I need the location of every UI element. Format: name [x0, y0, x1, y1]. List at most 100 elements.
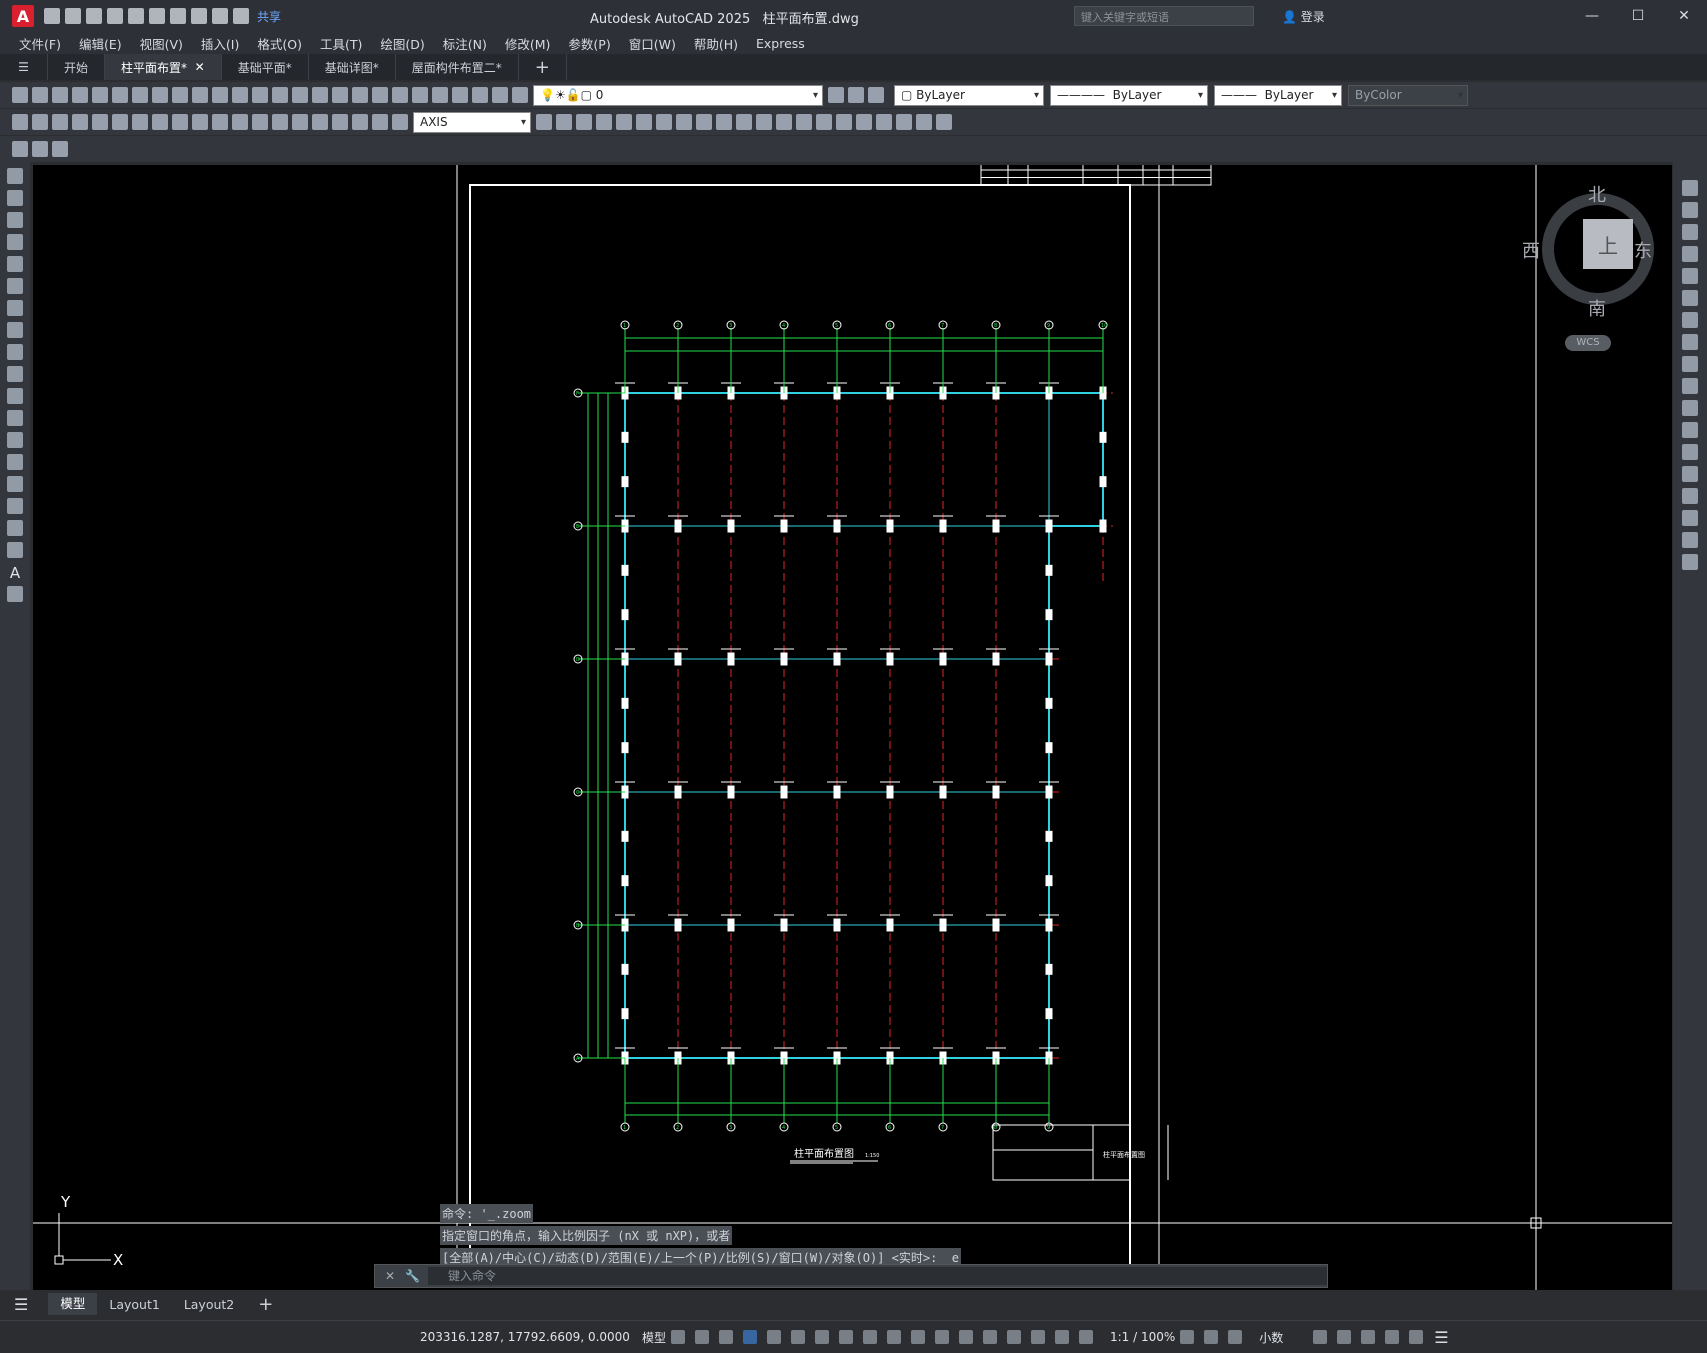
isodraft-icon[interactable]	[814, 1330, 829, 1344]
cut-icon[interactable]	[152, 87, 168, 103]
fillet-icon[interactable]	[1682, 510, 1698, 526]
point-icon[interactable]	[7, 454, 23, 470]
layer-previous-icon[interactable]	[848, 87, 864, 103]
customize-icon[interactable]: 🔧	[405, 1269, 420, 1283]
quick-properties-icon[interactable]	[1313, 1330, 1328, 1344]
linear-dimension-icon[interactable]	[12, 114, 28, 130]
block-editor-icon[interactable]	[232, 87, 248, 103]
properties-icon[interactable]	[372, 87, 388, 103]
polygon-icon[interactable]	[7, 234, 23, 250]
presspull-icon[interactable]	[936, 114, 952, 130]
maximize-button[interactable]: ☐	[1615, 0, 1661, 32]
units-dropdown[interactable]: 小数	[1259, 1329, 1283, 1346]
aligned-dimension-icon[interactable]	[32, 114, 48, 130]
menu-help[interactable]: 帮助(H)	[685, 34, 747, 53]
circle-icon[interactable]	[7, 300, 23, 316]
clean-screen-icon[interactable]	[1409, 1330, 1424, 1344]
open-web-icon[interactable]	[128, 8, 144, 24]
color-edges-icon[interactable]	[896, 114, 912, 130]
copy-object-icon[interactable]	[1682, 202, 1698, 218]
ortho-icon[interactable]	[766, 1330, 781, 1344]
tab-foundation-detail[interactable]: 基础详图*	[309, 54, 396, 80]
offset-icon[interactable]	[1682, 246, 1698, 262]
region-icon[interactable]	[7, 520, 23, 536]
design-center-icon[interactable]	[392, 87, 408, 103]
save-as-icon[interactable]	[107, 8, 123, 24]
coordinate-readout[interactable]: 203316.1287, 17792.6609, 0.0000	[420, 1330, 630, 1344]
menu-insert[interactable]: 插入(I)	[192, 34, 248, 53]
tolerance-icon[interactable]	[272, 114, 288, 130]
linetype-dropdown[interactable]: ———— ByLayer	[1050, 84, 1208, 106]
paste-icon[interactable]	[192, 87, 208, 103]
close-button[interactable]: ✕	[1661, 0, 1707, 32]
offset-faces-icon[interactable]	[656, 114, 672, 130]
menu-modify[interactable]: 修改(M)	[496, 34, 560, 53]
open-icon[interactable]	[65, 8, 81, 24]
publish-icon[interactable]	[112, 87, 128, 103]
diameter-icon[interactable]	[132, 114, 148, 130]
tab-layout2[interactable]: Layout2	[172, 1297, 246, 1312]
compass-west[interactable]: 西	[1522, 237, 1540, 263]
redo-icon[interactable]	[212, 8, 228, 24]
menu-express[interactable]: Express	[747, 36, 814, 51]
inspection-icon[interactable]	[312, 114, 328, 130]
rotate-faces-icon[interactable]	[696, 114, 712, 130]
menu-tools[interactable]: 工具(T)	[311, 34, 371, 53]
extrude-faces-icon[interactable]	[616, 114, 632, 130]
trim-icon[interactable]	[1682, 378, 1698, 394]
hatch-icon[interactable]	[7, 476, 23, 492]
minimize-button[interactable]: —	[1569, 0, 1615, 32]
3d-osnap-icon[interactable]	[958, 1330, 973, 1344]
menu-draw[interactable]: 绘图(D)	[371, 34, 433, 53]
tab-start[interactable]: 开始	[48, 54, 106, 80]
menu-view[interactable]: 视图(V)	[131, 34, 192, 53]
erase-icon[interactable]	[1682, 180, 1698, 196]
object-tracking-icon[interactable]	[838, 1330, 853, 1344]
radius-icon[interactable]	[92, 114, 108, 130]
clean-icon[interactable]	[796, 114, 812, 130]
tab-roof-layout[interactable]: 屋面构件布置二*	[396, 54, 519, 80]
snap-icon[interactable]	[694, 1330, 709, 1344]
baseline-icon[interactable]	[192, 114, 208, 130]
check-icon[interactable]	[856, 114, 872, 130]
compass-east[interactable]: 东	[1634, 237, 1652, 263]
plot-icon[interactable]	[170, 8, 186, 24]
plot-icon[interactable]	[72, 87, 88, 103]
arc-icon[interactable]	[7, 278, 23, 294]
layer-properties-icon[interactable]	[512, 87, 528, 103]
revision-cloud-icon[interactable]	[7, 322, 23, 338]
viewcube[interactable]: 上 北 南 东 西	[1522, 185, 1654, 325]
color-faces-icon[interactable]	[756, 114, 772, 130]
copy-edges-icon[interactable]	[876, 114, 892, 130]
share-button[interactable]: 共享	[257, 8, 281, 25]
workspace-icon[interactable]	[233, 8, 249, 24]
help-icon[interactable]	[492, 87, 508, 103]
autocad-logo-button[interactable]: A	[12, 5, 34, 27]
command-input[interactable]: 键入命令	[428, 1267, 1327, 1285]
taper-faces-icon[interactable]	[716, 114, 732, 130]
menu-parametric[interactable]: 参数(P)	[559, 34, 619, 53]
tab-column-plan[interactable]: 柱平面布置* ✕	[105, 54, 222, 80]
layer-dropdown[interactable]: 💡☀🔓▢ 0	[533, 84, 823, 106]
move-icon[interactable]	[1682, 290, 1698, 306]
pan-icon[interactable]	[292, 87, 308, 103]
lineweight-icon[interactable]	[886, 1330, 901, 1344]
sheet-set-icon[interactable]	[432, 87, 448, 103]
imprint-icon[interactable]	[776, 114, 792, 130]
dimension-space-icon[interactable]	[232, 114, 248, 130]
hardware-acceleration-icon[interactable]	[1385, 1330, 1400, 1344]
menu-file[interactable]: 文件(F)	[10, 34, 70, 53]
layer-state-icon[interactable]	[868, 87, 884, 103]
model-space-toggle[interactable]: 模型	[642, 1329, 666, 1346]
copy-faces-icon[interactable]	[736, 114, 752, 130]
move-faces-icon[interactable]	[636, 114, 652, 130]
quick-dimension-icon[interactable]	[172, 114, 188, 130]
join-icon[interactable]	[1682, 466, 1698, 482]
jogged-linear-icon[interactable]	[332, 114, 348, 130]
copy-icon[interactable]	[172, 87, 188, 103]
rotate-icon[interactable]	[1682, 312, 1698, 328]
tool-palettes-icon[interactable]	[412, 87, 428, 103]
dimstyle-dropdown[interactable]: AXIS	[413, 111, 531, 133]
dimension-text-edit-icon[interactable]	[372, 114, 388, 130]
extend-icon[interactable]	[1682, 400, 1698, 416]
